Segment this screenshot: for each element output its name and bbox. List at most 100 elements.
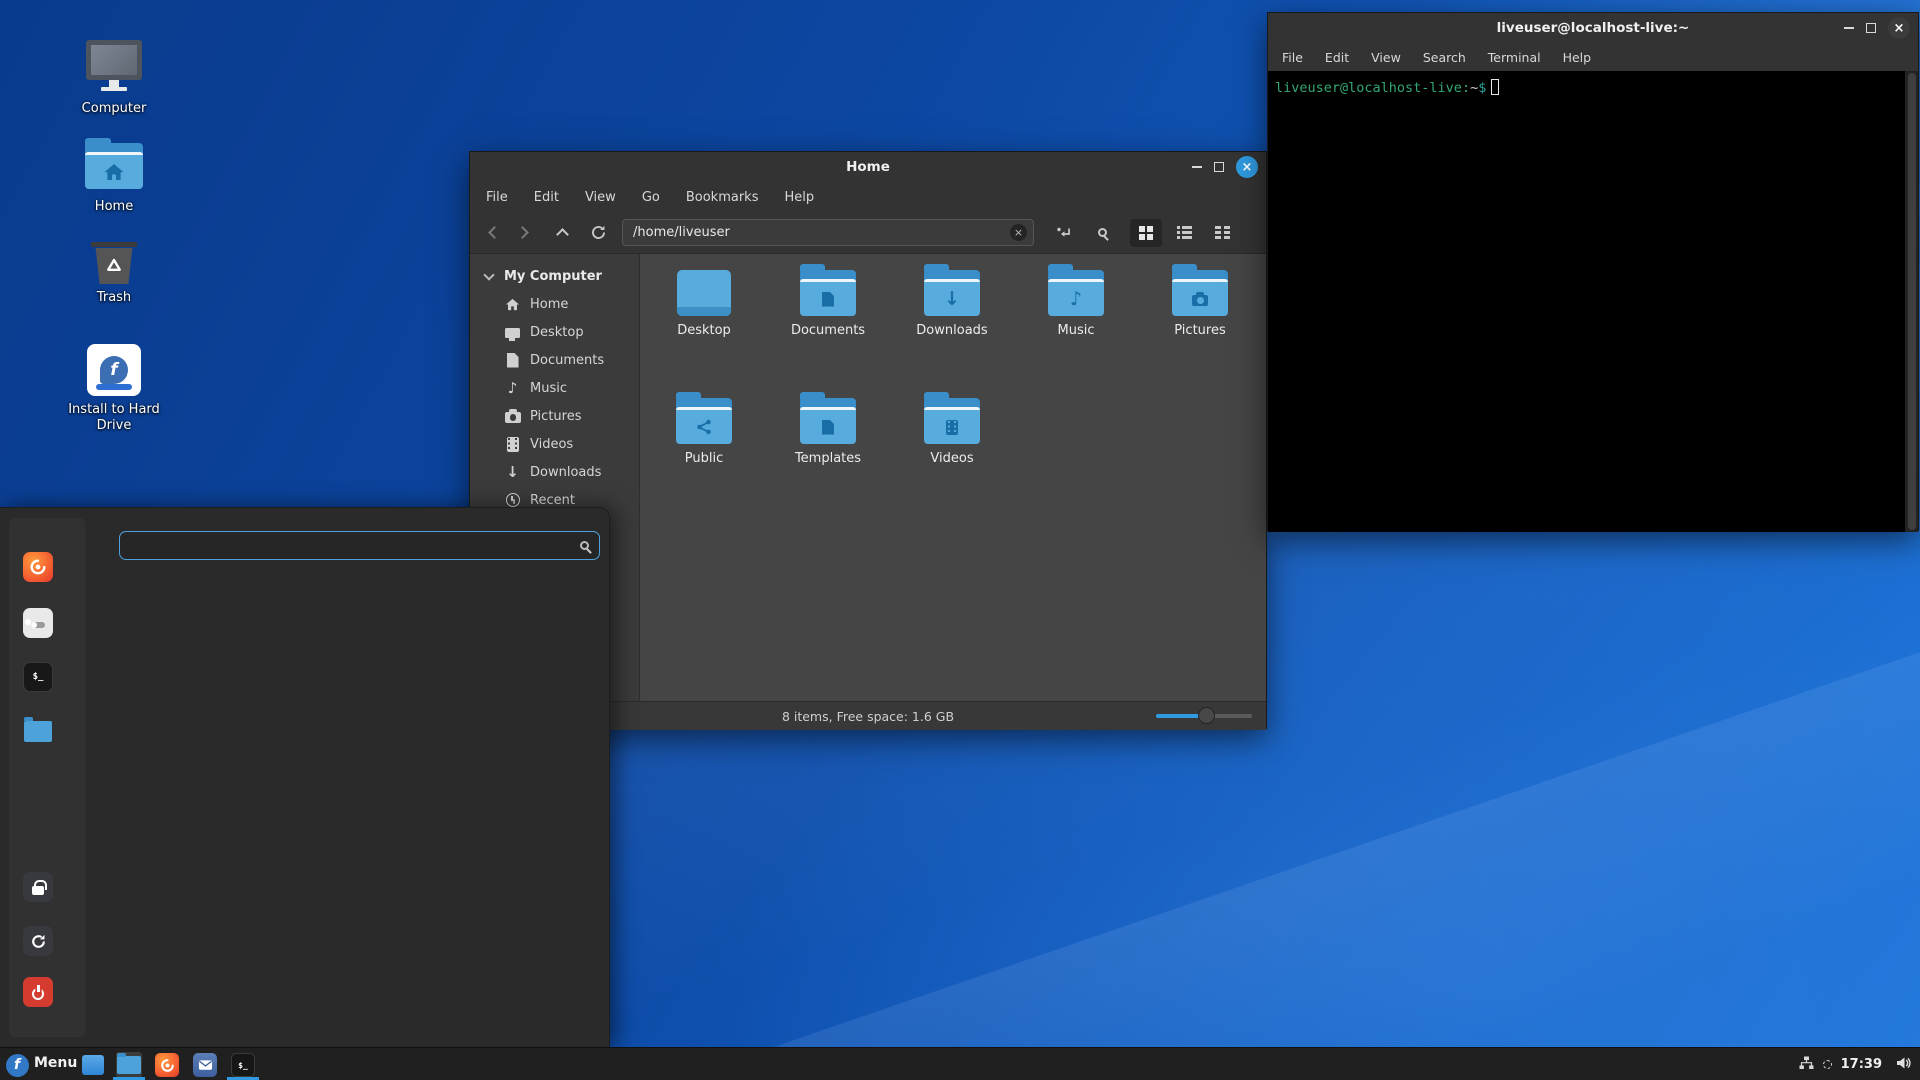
up-icon <box>556 228 569 241</box>
folder-item-documents[interactable]: Documents <box>766 270 890 338</box>
terminal-menu-edit[interactable]: Edit <box>1325 50 1349 65</box>
status-text: 8 items, Free space: 1.6 GB <box>782 709 954 724</box>
desktop-icon-trash[interactable]: Trash <box>44 242 184 306</box>
share-icon <box>695 418 713 436</box>
back-button[interactable] <box>476 219 508 247</box>
terminal-titlebar[interactable]: liveuser@localhost-live:~ × <box>1268 13 1918 43</box>
firefox-launcher[interactable] <box>23 552 53 582</box>
sidebar-item-desktop[interactable]: Desktop <box>470 318 639 346</box>
desktop-icon-install[interactable]: f Install to Hard Drive <box>44 344 184 435</box>
compact-view-button[interactable] <box>1206 219 1238 247</box>
documents-folder-icon <box>800 270 856 316</box>
close-button[interactable]: × <box>1236 156 1258 178</box>
sidebar-item-documents[interactable]: Documents <box>470 346 639 374</box>
house-icon <box>103 161 125 183</box>
shutdown-button[interactable] <box>23 977 53 1007</box>
folder-item-downloads[interactable]: ↓ Downloads <box>890 270 1014 338</box>
terminal-prompt-icon: $_ <box>33 672 44 682</box>
terminal-scrollbar[interactable] <box>1905 71 1918 532</box>
reload-icon <box>590 224 607 241</box>
file-manager-launcher[interactable] <box>23 716 53 746</box>
sidebar-item-music[interactable]: ♪ Music <box>470 374 639 402</box>
maximize-button[interactable] <box>1866 23 1876 33</box>
folder-item-music[interactable]: ♪ Music <box>1014 270 1138 338</box>
jump-to-button[interactable] <box>1048 219 1080 247</box>
scrollbar-handle[interactable] <box>1908 73 1916 530</box>
launcher-firefox[interactable] <box>154 1052 180 1078</box>
folder-item-templates[interactable]: Templates <box>766 398 890 466</box>
desktop-icon-label: Trash <box>44 290 184 306</box>
fm-titlebar[interactable]: Home × <box>470 152 1266 182</box>
minimize-button[interactable] <box>1844 27 1854 29</box>
trash-icon <box>91 242 137 284</box>
clear-path-icon[interactable]: × <box>1010 224 1027 241</box>
up-button[interactable] <box>546 219 578 247</box>
app-search-input[interactable] <box>130 538 580 553</box>
icon-view-button[interactable] <box>1130 219 1162 247</box>
zoom-slider-knob[interactable] <box>1198 707 1215 724</box>
task-file-manager[interactable] <box>116 1052 142 1078</box>
app-search-box[interactable] <box>119 531 600 560</box>
clock[interactable]: 17:39 <box>1841 1057 1882 1072</box>
downloads-folder-icon: ↓ <box>924 270 980 316</box>
close-button[interactable]: × <box>1888 17 1910 39</box>
desktop-icon-home[interactable]: Home <box>44 143 184 215</box>
folder-item-public[interactable]: Public <box>642 398 766 466</box>
task-terminal[interactable]: $_ <box>230 1052 256 1078</box>
terminal-menu-terminal[interactable]: Terminal <box>1488 50 1541 65</box>
logout-button[interactable] <box>23 926 53 956</box>
show-desktop-button[interactable] <box>80 1052 106 1078</box>
lock-screen-button[interactable] <box>23 872 53 902</box>
list-view-button[interactable] <box>1168 219 1200 247</box>
desktop-icon <box>82 1055 104 1075</box>
folder-item-desktop[interactable]: Desktop <box>642 270 766 338</box>
terminal-content[interactable]: liveuser@localhost-live:~$ <box>1268 71 1918 532</box>
desktop-icon-computer[interactable]: Computer <box>44 40 184 117</box>
sidebar-item-home[interactable]: Home <box>470 290 639 318</box>
search-button[interactable] <box>1086 219 1118 247</box>
fm-menu-view[interactable]: View <box>585 190 616 205</box>
terminal-menu-help[interactable]: Help <box>1563 50 1592 65</box>
sidebar-item-downloads[interactable]: ↓ Downloads <box>470 458 639 486</box>
back-icon <box>488 226 501 239</box>
terminal-menu-file[interactable]: File <box>1282 50 1303 65</box>
fm-file-view[interactable]: Desktop Documents ↓ Downloads ♪ Music Pi… <box>640 254 1266 701</box>
path-input[interactable] <box>633 225 1010 240</box>
folder-icon <box>24 721 52 742</box>
minimize-button[interactable] <box>1192 166 1202 168</box>
forward-icon <box>516 226 529 239</box>
settings-launcher[interactable] <box>23 608 53 638</box>
menu-button-label[interactable]: Menu <box>34 1055 77 1071</box>
terminal-menu-view[interactable]: View <box>1371 50 1401 65</box>
fm-menu-help[interactable]: Help <box>784 190 814 205</box>
download-arrow-icon: ↓ <box>504 465 521 480</box>
terminal-window-title: liveuser@localhost-live:~ <box>1268 20 1918 36</box>
sidebar-item-pictures[interactable]: Pictures <box>470 402 639 430</box>
public-folder-icon <box>676 398 732 444</box>
fm-toolbar: × <box>470 212 1266 254</box>
volume-tray-icon[interactable] <box>1895 1055 1912 1075</box>
folder-item-videos[interactable]: Videos <box>890 398 1014 466</box>
path-bar[interactable]: × <box>622 219 1034 246</box>
fm-menu-file[interactable]: File <box>486 190 508 205</box>
videos-folder-icon <box>924 398 980 444</box>
terminal-icon: $_ <box>231 1053 255 1077</box>
terminal-menu-search[interactable]: Search <box>1423 50 1466 65</box>
sidebar-item-videos[interactable]: Videos <box>470 430 639 458</box>
launcher-mail[interactable] <box>192 1052 218 1078</box>
maximize-button[interactable] <box>1214 162 1224 172</box>
fm-menu-bookmarks[interactable]: Bookmarks <box>686 190 759 205</box>
reload-button[interactable] <box>582 219 614 247</box>
fm-menu-edit[interactable]: Edit <box>534 190 559 205</box>
zoom-slider[interactable] <box>1156 714 1252 718</box>
compact-view-icon <box>1215 226 1230 239</box>
fm-menu-go[interactable]: Go <box>642 190 660 205</box>
desktop-icon-label: Computer <box>44 101 184 117</box>
forward-button[interactable] <box>508 219 540 247</box>
terminal-launcher[interactable]: $_ <box>23 662 53 692</box>
network-tray-icon[interactable] <box>1798 1055 1815 1075</box>
terminal-window: liveuser@localhost-live:~ × File Edit Vi… <box>1267 12 1919 531</box>
sidebar-item-my-computer[interactable]: My Computer <box>470 262 639 290</box>
menu-button[interactable]: f <box>4 1052 30 1078</box>
folder-item-pictures[interactable]: Pictures <box>1138 270 1262 338</box>
